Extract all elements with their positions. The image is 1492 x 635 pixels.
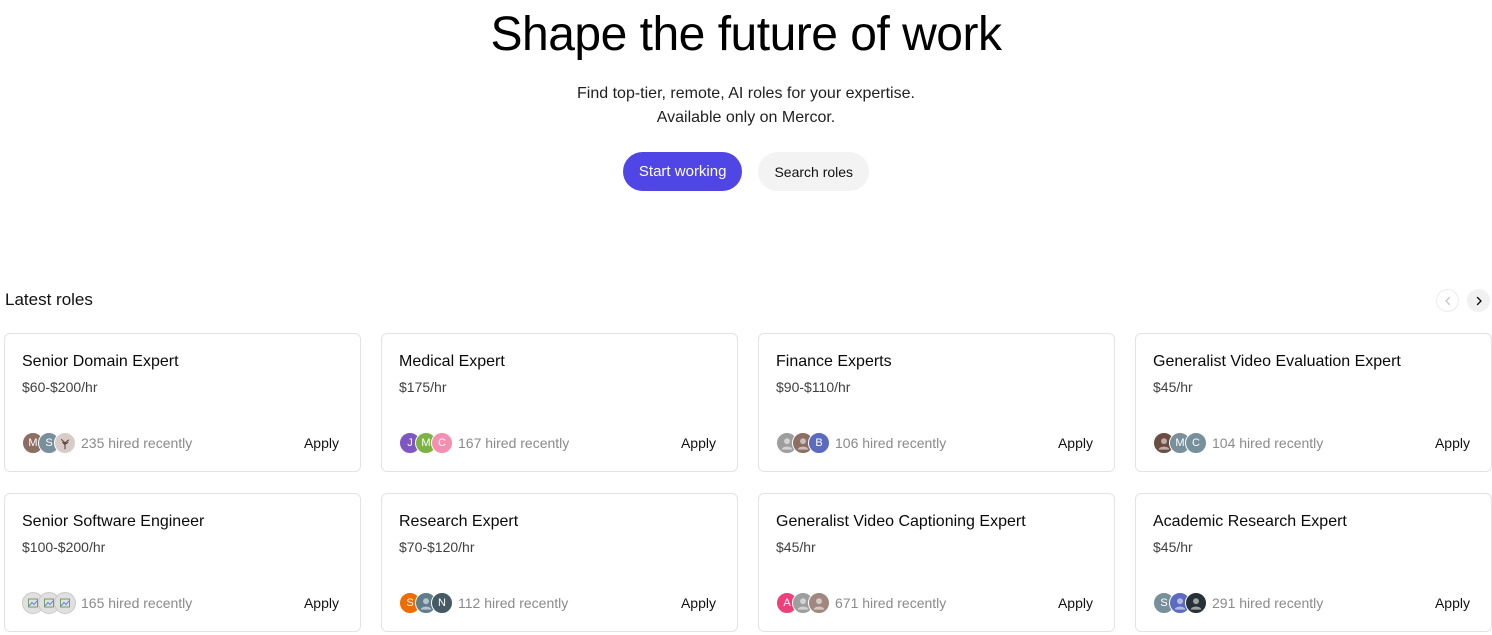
- apply-button[interactable]: Apply: [1435, 435, 1470, 451]
- role-card[interactable]: Finance Experts $90-$110/hr B 106 hired …: [758, 333, 1115, 472]
- carousel-next-button[interactable]: [1467, 289, 1490, 312]
- apply-button[interactable]: Apply: [681, 595, 716, 611]
- apply-button[interactable]: Apply: [1435, 595, 1470, 611]
- role-rate: $45/hr: [1153, 379, 1193, 395]
- search-roles-button[interactable]: Search roles: [758, 152, 870, 191]
- hired-avatars: 165 hired recently: [22, 592, 192, 614]
- hero-subtitle-line-1: Find top-tier, remote, AI roles for your…: [577, 85, 915, 102]
- hired-avatars: M C 104 hired recently: [1153, 432, 1323, 454]
- role-title: Medical Expert: [399, 353, 505, 370]
- hired-avatars: S N 112 hired recently: [399, 592, 568, 614]
- latest-roles-heading: Latest roles: [5, 290, 93, 309]
- role-card-footer: S 291 hired recently Apply: [1153, 592, 1470, 614]
- hero-title: Shape the future of work: [490, 8, 1002, 61]
- chevron-right-icon: [1476, 296, 1482, 305]
- avatar: C: [431, 432, 453, 454]
- role-rate: $60-$200/hr: [22, 379, 98, 395]
- role-title: Generalist Video Captioning Expert: [776, 513, 1026, 530]
- carousel-prev-button[interactable]: [1436, 289, 1459, 312]
- roles-grid: Senior Domain Expert $60-$200/hr M S 235…: [4, 333, 1492, 632]
- photo-avatar-icon: [1185, 592, 1207, 614]
- role-card[interactable]: Generalist Video Evaluation Expert $45/h…: [1135, 333, 1492, 472]
- hired-count: 167 hired recently: [458, 435, 570, 451]
- role-title: Senior Domain Expert: [22, 353, 179, 370]
- hired-avatars: B 106 hired recently: [776, 432, 946, 454]
- apply-button[interactable]: Apply: [304, 435, 339, 451]
- hired-count: 104 hired recently: [1212, 435, 1324, 451]
- broken-image-icon: [54, 592, 76, 614]
- role-card-footer: 165 hired recently Apply: [22, 592, 339, 614]
- role-card-footer: J M C 167 hired recently Apply: [399, 432, 716, 454]
- hired-count: 235 hired recently: [81, 435, 193, 451]
- role-card-footer: M C 104 hired recently Apply: [1153, 432, 1470, 454]
- role-card[interactable]: Research Expert $70-$120/hr S N 112 hire…: [381, 493, 738, 632]
- hired-count: 291 hired recently: [1212, 595, 1324, 611]
- apply-button[interactable]: Apply: [1058, 595, 1093, 611]
- role-rate: $100-$200/hr: [22, 539, 106, 555]
- photo-avatar-icon: [808, 592, 830, 614]
- apply-button[interactable]: Apply: [681, 435, 716, 451]
- hired-avatars: S 291 hired recently: [1153, 592, 1323, 614]
- chevron-left-icon: [1444, 296, 1450, 305]
- role-card-footer: S N 112 hired recently Apply: [399, 592, 716, 614]
- role-card-footer: M S 235 hired recently Apply: [22, 432, 339, 454]
- avatar: B: [808, 432, 830, 454]
- role-title: Generalist Video Evaluation Expert: [1153, 353, 1401, 370]
- role-title: Finance Experts: [776, 353, 892, 370]
- role-rate: $45/hr: [776, 539, 816, 555]
- carousel-controls: [1436, 289, 1490, 312]
- role-card-footer: B 106 hired recently Apply: [776, 432, 1093, 454]
- role-card[interactable]: Senior Software Engineer $100-$200/hr 16…: [4, 493, 361, 632]
- role-card-footer: A 671 hired recently Apply: [776, 592, 1093, 614]
- hired-count: 165 hired recently: [81, 595, 193, 611]
- apply-button[interactable]: Apply: [1058, 435, 1093, 451]
- apply-button[interactable]: Apply: [304, 595, 339, 611]
- role-rate: $90-$110/hr: [776, 379, 851, 395]
- hired-avatars: J M C 167 hired recently: [399, 432, 569, 454]
- avatar: C: [1185, 432, 1207, 454]
- role-card[interactable]: Generalist Video Captioning Expert $45/h…: [758, 493, 1115, 632]
- hero-subtitle-line-2: Available only on Mercor.: [656, 109, 836, 126]
- hired-avatars: M S 235 hired recently: [22, 432, 192, 454]
- hired-count: 112 hired recently: [458, 595, 569, 611]
- role-title: Senior Software Engineer: [22, 513, 205, 530]
- hero-subtitle: Find top-tier, remote, AI roles for your…: [0, 82, 1492, 130]
- role-rate: $70-$120/hr: [399, 539, 475, 555]
- hired-avatars: A 671 hired recently: [776, 592, 946, 614]
- hired-count: 671 hired recently: [835, 595, 947, 611]
- start-working-button[interactable]: Start working: [622, 152, 743, 191]
- role-card[interactable]: Medical Expert $175/hr J M C 167 hired r…: [381, 333, 738, 472]
- hired-count: 106 hired recently: [835, 435, 947, 451]
- role-card[interactable]: Senior Domain Expert $60-$200/hr M S 235…: [4, 333, 361, 472]
- role-title: Research Expert: [399, 513, 519, 530]
- role-title: Academic Research Expert: [1153, 513, 1347, 530]
- tree-photo-icon: [54, 432, 76, 454]
- role-rate: $175/hr: [399, 379, 447, 395]
- hero-cta-group: Start working Search roles: [0, 152, 1492, 191]
- role-card[interactable]: Academic Research Expert $45/hr S 291 hi…: [1135, 493, 1492, 632]
- avatar: N: [431, 592, 453, 614]
- role-rate: $45/hr: [1153, 539, 1193, 555]
